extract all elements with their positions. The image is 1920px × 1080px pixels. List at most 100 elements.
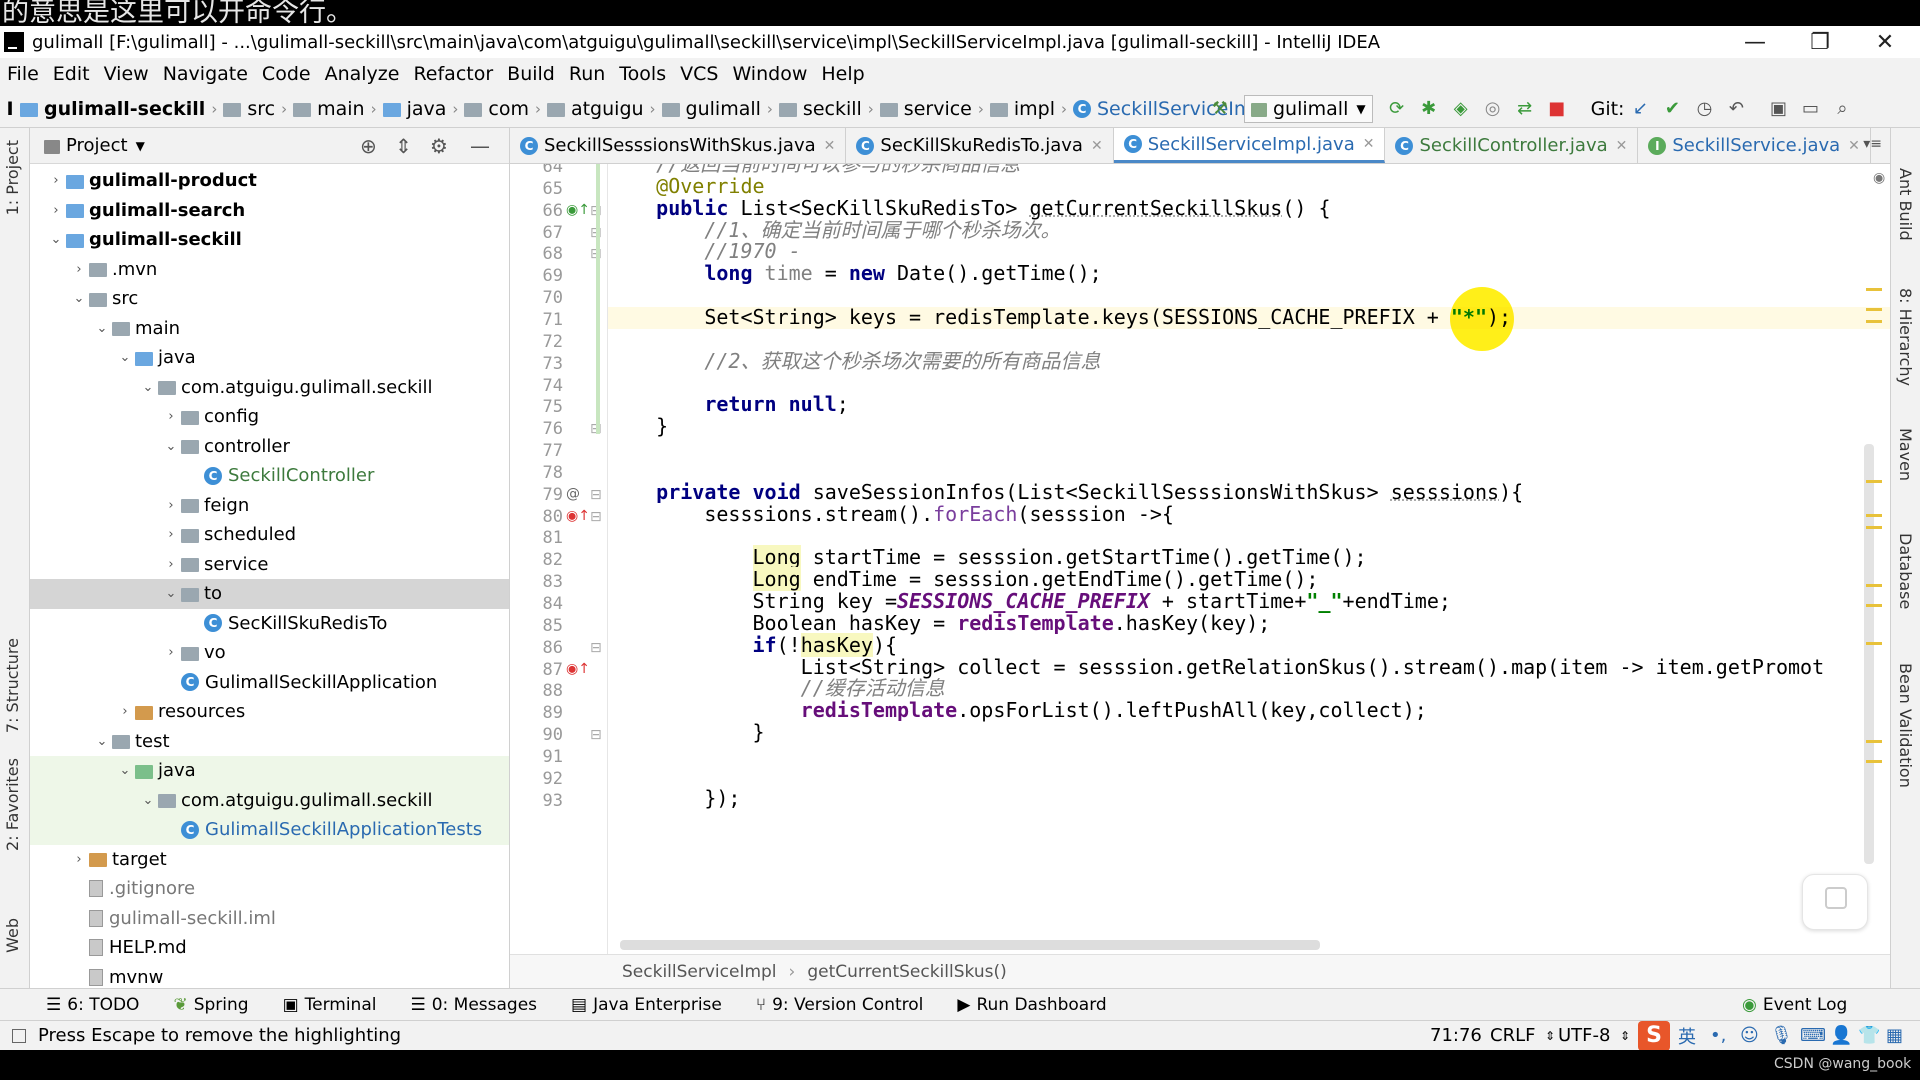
error-stripe-marker[interactable]: [1866, 760, 1882, 763]
ime-logo-icon[interactable]: S: [1638, 1020, 1670, 1051]
menu-window[interactable]: Window: [725, 63, 814, 85]
fold-icon[interactable]: ⊟: [590, 509, 602, 525]
restore-button[interactable]: ❐: [1795, 26, 1845, 58]
nav-crumb[interactable]: gulimall: [661, 98, 761, 120]
menu-run[interactable]: Run: [562, 63, 612, 85]
code-line[interactable]: public List<SecKillSkuRedisTo> getCurren…: [608, 197, 1330, 220]
tree-node[interactable]: › scheduled: [30, 520, 509, 550]
editor-tab[interactable]: C SeckillSesssionsWithSkus.java ✕: [510, 128, 847, 163]
run-coverage-icon[interactable]: ◈: [1447, 95, 1475, 123]
code-line[interactable]: sesssions.stream().forEach(sesssion ->{: [608, 503, 1174, 526]
tree-node[interactable]: ⌄ java: [30, 756, 509, 786]
attach-icon[interactable]: ⇄: [1511, 95, 1539, 123]
tabs-overflow-icon[interactable]: ▾≡: [1863, 136, 1882, 152]
locate-file-icon[interactable]: ⊕: [360, 134, 377, 158]
editor-tab[interactable]: C SeckillController.java ✕: [1385, 128, 1639, 163]
error-stripe-marker[interactable]: [1866, 480, 1882, 483]
tree-node[interactable]: ⌄ controller: [30, 432, 509, 462]
tree-node[interactable]: ⌄ to: [30, 579, 509, 609]
tree-node[interactable]: gulimall-seckill.iml: [30, 904, 509, 934]
run-config-dropdown[interactable]: gulimall ▼: [1244, 94, 1373, 123]
menu-file[interactable]: File: [0, 63, 46, 85]
breadcrumb-method[interactable]: getCurrentSeckillSkus(): [807, 962, 1006, 982]
chevron-down-icon[interactable]: ⌄: [161, 439, 181, 454]
ime-punct-icon[interactable]: •,: [1710, 1025, 1726, 1046]
code-line[interactable]: //1、确定当前时间属于哪个秒杀场次。: [608, 219, 1060, 242]
tree-node[interactable]: ⌄ com.atguigu.gulimall.seckill: [30, 785, 509, 815]
tree-node[interactable]: ⌄ java: [30, 343, 509, 373]
chevron-down-icon[interactable]: ⌄: [138, 380, 158, 395]
chevron-down-icon[interactable]: ⌄: [46, 232, 66, 247]
tree-node[interactable]: › resources: [30, 697, 509, 727]
chevron-right-icon[interactable]: ›: [161, 409, 181, 424]
minimize-button[interactable]: —: [1730, 26, 1780, 58]
tree-node[interactable]: › config: [30, 402, 509, 432]
code-line[interactable]: }: [608, 415, 668, 438]
video-play-button[interactable]: [1802, 874, 1868, 930]
nav-crumb[interactable]: main: [293, 98, 365, 120]
chevron-right-icon[interactable]: ›: [46, 173, 66, 188]
project-view-label[interactable]: Project: [66, 135, 128, 156]
close-tab-icon[interactable]: ✕: [1616, 138, 1628, 154]
tree-node[interactable]: ⌄ src: [30, 284, 509, 314]
line-separator[interactable]: CRLF: [1490, 1025, 1535, 1046]
chevron-right-icon[interactable]: ›: [161, 557, 181, 572]
tool-tab-favorites[interactable]: 2: Favorites: [3, 758, 22, 851]
chevron-down-icon[interactable]: ⌄: [92, 734, 112, 749]
nav-crumb[interactable]: service: [879, 98, 972, 120]
menu-edit[interactable]: Edit: [46, 63, 97, 85]
tool-windows-toggle-icon[interactable]: [12, 1028, 26, 1043]
tree-node[interactable]: ⌄ gulimall-seckill: [30, 225, 509, 255]
code-line[interactable]: if(!hasKey){: [608, 632, 897, 657]
error-stripe-marker[interactable]: [1866, 308, 1882, 311]
editor-tab[interactable]: C SecKillSkuRedisTo.java ✕: [846, 128, 1114, 163]
nav-crumb[interactable]: src: [223, 98, 275, 120]
override-gutter-icon[interactable]: ◉↑: [566, 202, 590, 218]
tree-node[interactable]: › vo: [30, 638, 509, 668]
tool-tab-bean-validation[interactable]: Bean Validation: [1896, 663, 1915, 788]
code-line[interactable]: //1970 -: [608, 240, 800, 263]
tree-node[interactable]: › .mvn: [30, 255, 509, 285]
fold-icon[interactable]: ⊟: [590, 487, 602, 503]
fold-icon[interactable]: ⊟: [590, 640, 602, 656]
chevron-down-icon[interactable]: ⌄: [115, 763, 135, 778]
editor-tab[interactable]: I SeckillService.java ✕: [1638, 128, 1871, 163]
menu-refactor[interactable]: Refactor: [406, 63, 500, 85]
chevron-right-icon[interactable]: ›: [161, 498, 181, 513]
tree-node[interactable]: ⌄ main: [30, 314, 509, 344]
build-hammer-icon[interactable]: ⚒: [1206, 95, 1234, 123]
breadcrumb-class[interactable]: SeckillServiceImpl: [622, 962, 777, 982]
tool-messages[interactable]: ☰ 0: Messages: [410, 995, 537, 1015]
error-stripe-marker[interactable]: [1866, 514, 1882, 517]
tool-version-control[interactable]: ⑂ 9: Version Control: [756, 995, 924, 1015]
chevron-down-icon[interactable]: ⌄: [69, 291, 89, 306]
presentation-icon[interactable]: ▭: [1796, 95, 1824, 123]
project-structure-icon[interactable]: ▣: [1764, 95, 1792, 123]
git-history-icon[interactable]: ◷: [1690, 95, 1718, 123]
tree-node[interactable]: HELP.md: [30, 933, 509, 963]
tool-tab-project[interactable]: 1: Project: [3, 140, 22, 215]
ime-voice-icon[interactable]: 🎙: [1770, 1025, 1793, 1046]
code-line[interactable]: Set<String> keys = redisTemplate.keys(SE…: [608, 306, 1511, 329]
tool-todo[interactable]: ☰ 6: TODO: [46, 995, 139, 1015]
code-line[interactable]: String key =SESSIONS_CACHE_PREFIX + star…: [608, 590, 1450, 613]
tree-node[interactable]: C GulimallSeckillApplication: [30, 668, 509, 698]
tool-tab-maven[interactable]: Maven: [1896, 428, 1915, 481]
override-gutter-icon[interactable]: ◉↑: [566, 661, 590, 677]
code-line[interactable]: Boolean hasKey = redisTemplate.hasKey(ke…: [608, 612, 1270, 635]
nav-crumb[interactable]: seckill: [778, 98, 862, 120]
chevron-right-icon[interactable]: ›: [69, 852, 89, 867]
nav-crumb[interactable]: atguigu: [546, 98, 644, 120]
code-line[interactable]: @Override: [608, 175, 764, 198]
tool-tab-database[interactable]: Database: [1896, 533, 1915, 609]
chevron-down-icon[interactable]: ⌄: [138, 793, 158, 808]
tool-tab-ant-build[interactable]: Ant Build: [1896, 168, 1915, 241]
tool-tab-hierarchy[interactable]: 8: Hierarchy: [1896, 288, 1915, 386]
close-tab-icon[interactable]: ✕: [1363, 136, 1375, 152]
error-stripe-marker[interactable]: [1866, 584, 1882, 587]
chevron-down-icon[interactable]: ▼: [136, 139, 145, 153]
tree-node[interactable]: C GulimallSeckillApplicationTests: [30, 815, 509, 845]
error-stripe-marker[interactable]: [1866, 740, 1882, 743]
tool-run-dashboard[interactable]: ▶ Run Dashboard: [957, 995, 1106, 1015]
editor-tab[interactable]: C SeckillServiceImpl.java ✕: [1113, 128, 1386, 163]
